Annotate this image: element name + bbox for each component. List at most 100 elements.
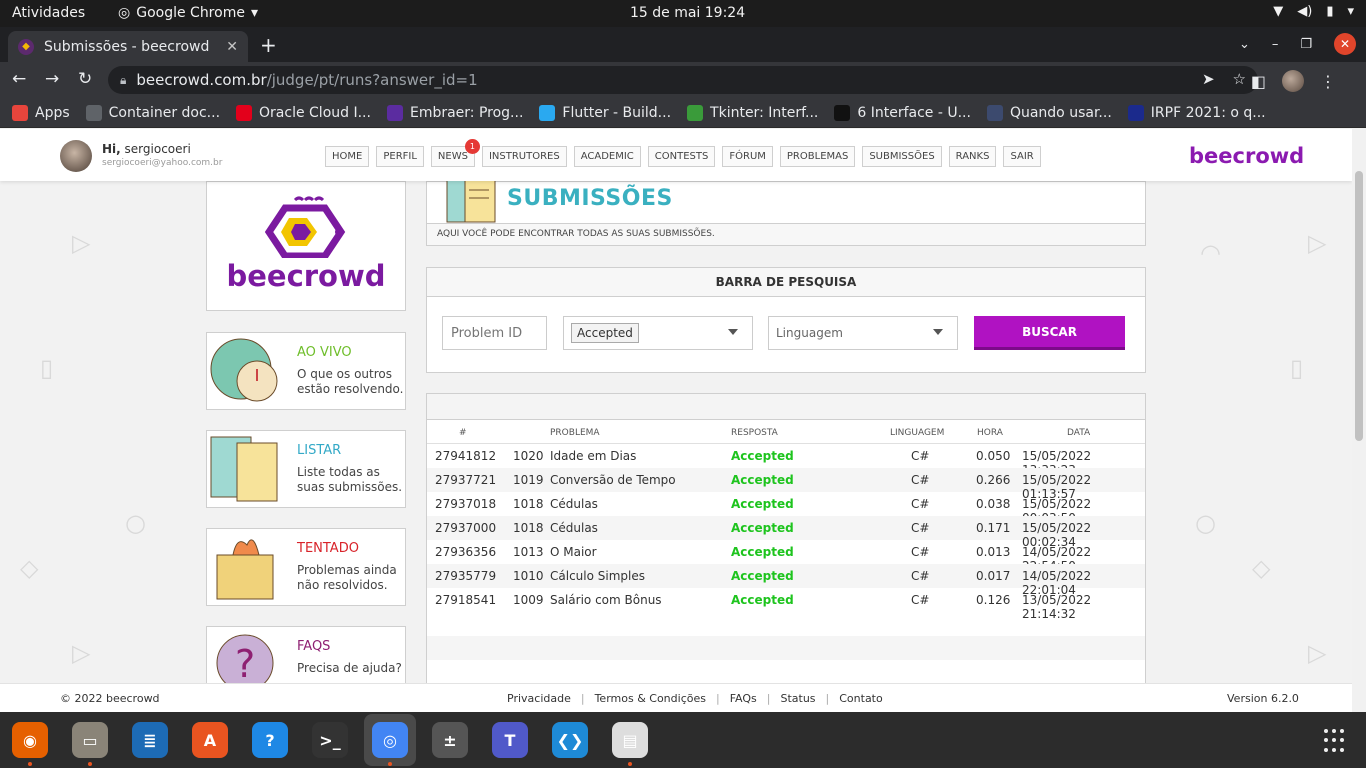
app-store-icon[interactable]: A — [192, 722, 228, 758]
forward-icon[interactable]: → — [45, 69, 59, 89]
col-header-id[interactable]: # — [459, 428, 467, 438]
close-window-button[interactable]: ✕ — [1334, 33, 1356, 55]
table-row[interactable]: 27937721 1019 Conversão de Tempo Accepted C#… — [427, 468, 1145, 501]
cell-name[interactable]: Cédulas — [550, 521, 598, 535]
table-row[interactable]: 27935779 1010 Cálculo Simples Accepted C# 0.0… — [427, 564, 1145, 597]
col-header-date[interactable]: DATA — [1067, 428, 1090, 438]
bookmark-item[interactable]: Apps — [12, 104, 70, 121]
tab-search-icon[interactable]: ⌄ — [1239, 37, 1250, 52]
nav-item-contests[interactable]: CONTESTS — [647, 146, 716, 167]
table-row[interactable]: 27937000 1018 Cédulas Accepted C# 0.171 15/05/… — [427, 516, 1145, 549]
cell-num[interactable]: 1009 — [513, 593, 544, 607]
page-scrollbar[interactable] — [1352, 129, 1366, 712]
cell-name[interactable]: Idade em Dias — [550, 449, 636, 463]
address-bar[interactable]: 🔒︎ beecrowd.com.br /judge/pt/runs?answer… — [108, 66, 1258, 94]
close-tab-icon[interactable]: ✕ — [226, 39, 238, 55]
bookmark-item[interactable]: Embraer: Prog... — [386, 104, 523, 121]
cell-num[interactable]: 1019 — [513, 473, 544, 487]
nav-item-news[interactable]: NEWS 1 — [430, 139, 480, 167]
new-tab-button[interactable]: + — [260, 33, 277, 57]
cell-num[interactable]: 1020 — [513, 449, 544, 463]
cell-id[interactable]: 27937721 — [435, 473, 496, 487]
col-header-problem[interactable]: PROBLEMA — [550, 428, 600, 438]
beecrowd-logo-card[interactable]: beecrowd — [206, 181, 406, 311]
writer-icon[interactable]: ≣ — [132, 722, 168, 758]
bookmark-item[interactable]: IRPF 2021: o q... — [1127, 104, 1266, 121]
language-select[interactable]: Linguagem — [768, 316, 958, 350]
chrome-menu-icon[interactable]: ⋮ — [1320, 72, 1336, 91]
cell-name[interactable]: O Maior — [550, 545, 597, 559]
user-avatar[interactable] — [60, 140, 92, 172]
answer-select[interactable]: Accepted — [563, 316, 753, 350]
calculator-icon[interactable]: ± — [432, 722, 468, 758]
side-panel-icon[interactable]: ◧ — [1251, 72, 1266, 91]
footer-link[interactable]: Privacidade — [507, 692, 571, 705]
cell-id[interactable]: 27936356 — [435, 545, 496, 559]
back-icon[interactable]: ← — [12, 69, 26, 89]
browser-tab[interactable]: ◆ Submissões - beecrowd ✕ — [8, 31, 248, 62]
scrollbar-thumb[interactable] — [1355, 171, 1363, 441]
minimize-button[interactable]: – — [1272, 37, 1279, 52]
cell-num[interactable]: 1018 — [513, 521, 544, 535]
table-row[interactable]: 27937018 1018 Cédulas Accepted C# 0.038 15/05/… — [427, 492, 1145, 525]
reload-icon[interactable]: ↻ — [78, 69, 92, 89]
app-menu[interactable]: ◎ Google Chrome ▾ — [118, 5, 258, 21]
nav-item-fórum[interactable]: FÓRUM — [722, 146, 773, 167]
files-icon[interactable]: ▭ — [72, 722, 108, 758]
problem-id-input[interactable] — [442, 316, 547, 350]
activities-button[interactable]: Atividades — [12, 5, 85, 21]
cell-answer[interactable]: Accepted — [731, 449, 794, 463]
nav-item-problemas[interactable]: PROBLEMAS — [779, 146, 856, 167]
cell-num[interactable]: 1010 — [513, 569, 544, 583]
firefox-icon[interactable]: ◉ — [12, 722, 48, 758]
bookmark-item[interactable]: Flutter - Build... — [539, 104, 671, 121]
cell-answer[interactable]: Accepted — [731, 497, 794, 511]
bookmark-star-icon[interactable]: ☆ — [1233, 70, 1246, 88]
cell-answer[interactable]: Accepted — [731, 593, 794, 607]
vscode-icon[interactable]: ❮❯ — [552, 722, 588, 758]
cell-answer[interactable]: Accepted — [731, 545, 794, 559]
table-row[interactable]: 27918541 1009 Salário com Bônus Accepted C# 0… — [427, 588, 1145, 621]
send-icon[interactable]: ➤ — [1202, 70, 1215, 88]
table-row[interactable]: 27941812 1020 Idade em Dias Accepted C# 0.050… — [427, 444, 1145, 477]
bookmark-item[interactable]: Quando usar... — [986, 104, 1112, 121]
footer-link[interactable]: Status — [780, 692, 815, 705]
terminal-icon[interactable]: >_ — [312, 722, 348, 758]
search-button[interactable]: BUSCAR — [974, 316, 1125, 350]
cell-answer[interactable]: Accepted — [731, 473, 794, 487]
maximize-button[interactable]: ❐ — [1300, 37, 1312, 52]
cell-id[interactable]: 27935779 — [435, 569, 496, 583]
cell-name[interactable]: Salário com Bônus — [550, 593, 662, 607]
cell-num[interactable]: 1013 — [513, 545, 544, 559]
document-viewer-icon[interactable]: ▤ — [612, 722, 648, 758]
cell-answer[interactable]: Accepted — [731, 521, 794, 535]
cell-answer[interactable]: Accepted — [731, 569, 794, 583]
cell-name[interactable]: Cédulas — [550, 497, 598, 511]
brand-logo[interactable]: beecrowd — [1189, 144, 1304, 168]
nav-item-instrutores[interactable]: INSTRUTORES — [481, 146, 567, 167]
nav-item-ranks[interactable]: RANKS — [948, 146, 997, 167]
answer-selected-chip[interactable]: Accepted — [571, 323, 639, 343]
bookmark-item[interactable]: Tkinter: Interf... — [687, 104, 818, 121]
chrome-icon[interactable]: ◎ — [372, 722, 408, 758]
system-tray[interactable]: ▼ ◀) ▮ ▾ — [1273, 4, 1354, 19]
cell-name[interactable]: Conversão de Tempo — [550, 473, 676, 487]
footer-link[interactable]: FAQs — [730, 692, 757, 705]
nav-item-home[interactable]: HOME — [325, 146, 370, 167]
nav-item-perfil[interactable]: PERFIL — [376, 146, 424, 167]
cell-num[interactable]: 1018 — [513, 497, 544, 511]
lock-icon[interactable]: 🔒︎ — [120, 73, 126, 88]
side-card-tentado[interactable]: TENTADO Problemas ainda não resolvidos. — [206, 528, 406, 606]
footer-link[interactable]: Termos & Condições — [595, 692, 706, 705]
col-header-time[interactable]: HORA — [977, 428, 1003, 438]
bookmark-item[interactable]: 6 Interface - U... — [834, 104, 971, 121]
teams-icon[interactable]: T — [492, 722, 528, 758]
cell-id[interactable]: 27941812 — [435, 449, 496, 463]
clock[interactable]: 15 de mai 19:24 — [630, 5, 745, 21]
nav-item-sair[interactable]: SAIR — [1003, 146, 1041, 167]
nav-item-academic[interactable]: ACADEMIC — [573, 146, 641, 167]
footer-link[interactable]: Contato — [839, 692, 882, 705]
help-icon[interactable]: ? — [252, 722, 288, 758]
show-applications-icon[interactable] — [1324, 729, 1348, 753]
username[interactable]: sergiocoeri — [125, 142, 191, 156]
